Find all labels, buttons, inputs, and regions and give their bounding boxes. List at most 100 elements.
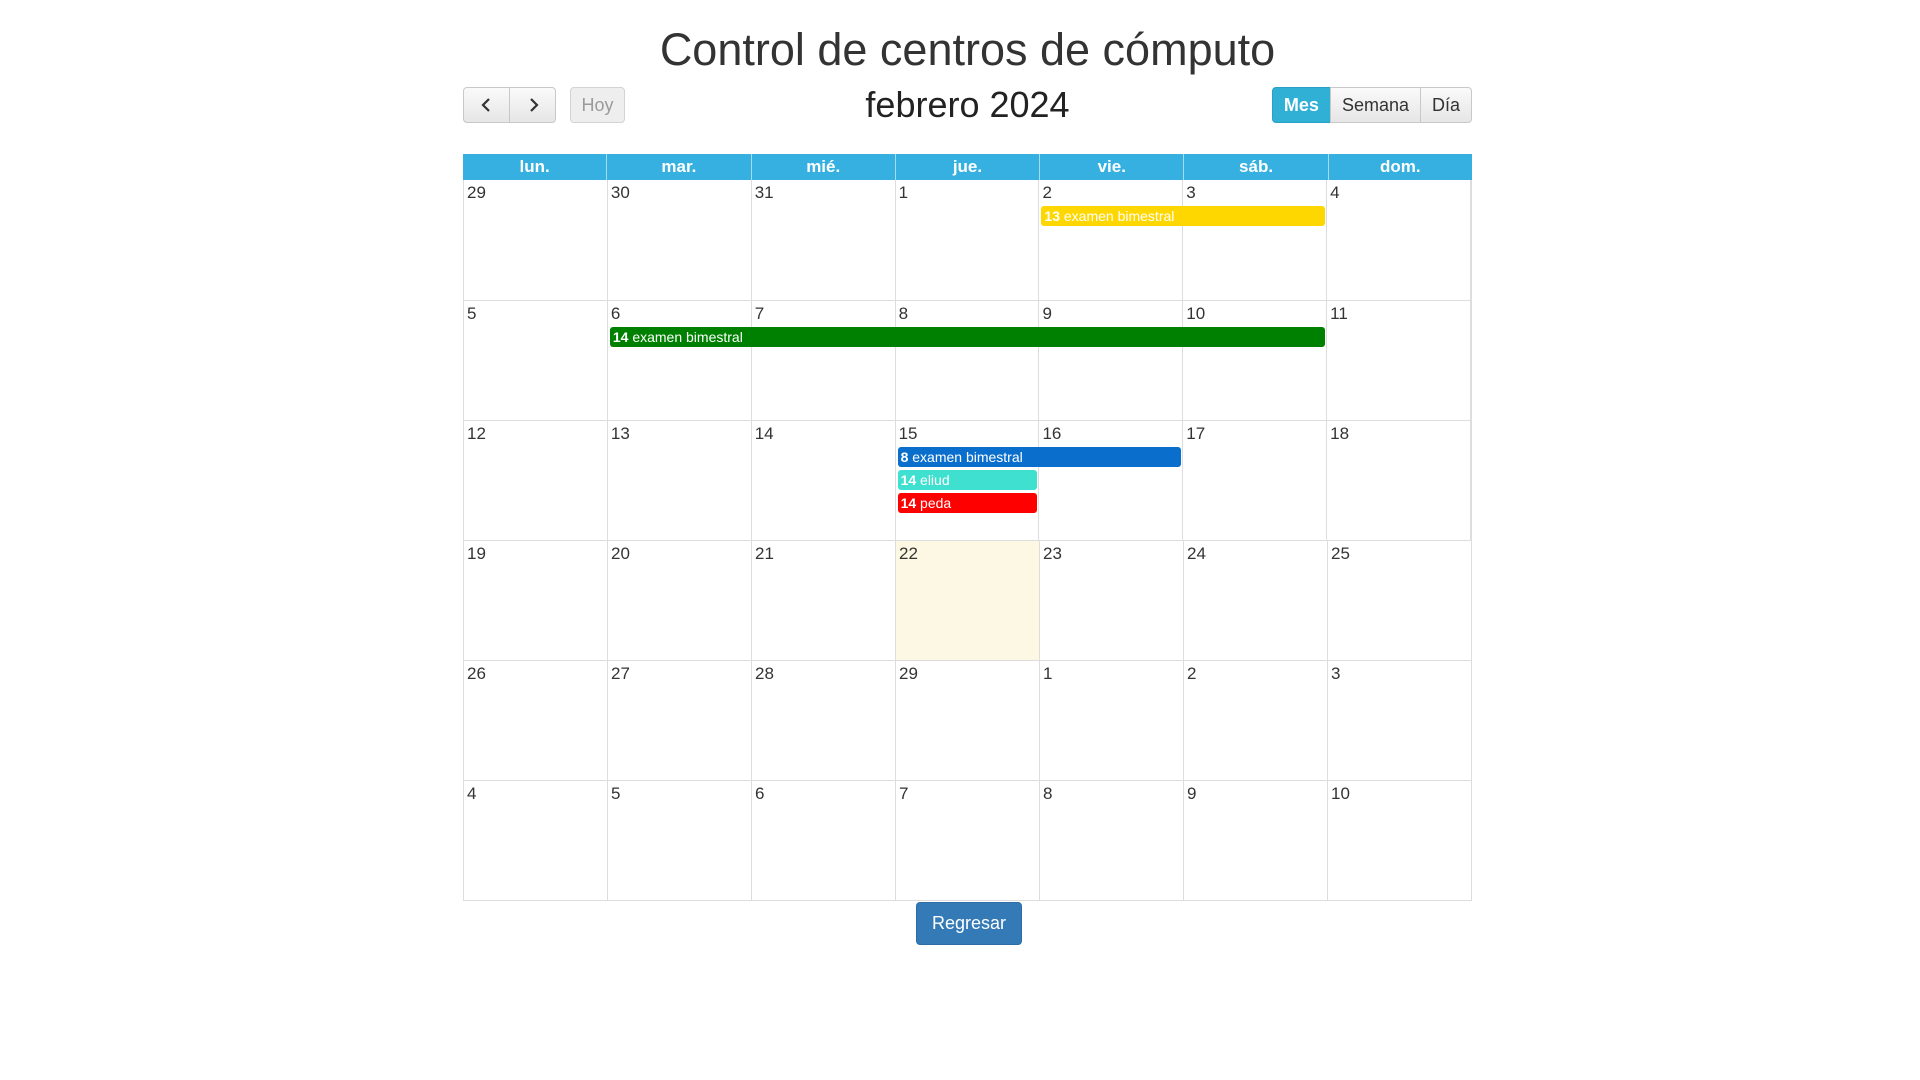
day-cell[interactable]: 8 [896,301,1040,420]
day-cell[interactable]: 27 [608,661,752,780]
day-cell[interactable]: 1 [896,180,1040,300]
event-title: examen bimestral [912,449,1023,465]
day-cell[interactable]: 10 [1183,301,1328,420]
day-cell[interactable]: 23 [1040,541,1184,660]
page-title: Control de centros de cómputo [659,24,1276,75]
back-button[interactable]: Regresar [916,902,1022,945]
day-number: 24 [1187,544,1206,563]
day-number: 26 [467,664,486,683]
day-number: 22 [899,544,918,563]
day-cell[interactable]: 2 [1039,180,1184,300]
event-time: 14 [612,329,629,345]
day-number: 21 [755,544,774,563]
day-of-week-header: lun. mar. mié. jue. vie. sáb. dom. [463,154,1472,180]
day-number: 23 [1043,544,1062,563]
day-number: 10 [1186,304,1206,323]
chevron-right-icon [529,98,539,112]
day-cell[interactable]: 29 [464,180,608,300]
day-cell[interactable]: 3 [1183,180,1328,300]
day-cell[interactable]: 9 [1039,301,1184,420]
calendar-event[interactable]: 14 peda [897,493,1038,513]
event-time: 14 [900,495,917,511]
day-cell[interactable]: 7 [752,301,896,420]
day-number: 3 [1331,664,1341,683]
next-month-button[interactable] [509,87,556,123]
day-number: 11 [1330,304,1348,323]
day-number: 7 [899,784,909,803]
view-month-button[interactable]: Mes [1271,87,1331,123]
day-cell[interactable]: 5 [608,781,752,900]
day-cell[interactable]: 9 [1184,781,1328,900]
week-row: 29 30 31 1 2 3 4 13 examen bimestral [464,180,1472,300]
day-cell[interactable]: 3 [1328,661,1471,780]
day-cell[interactable]: 6 [752,781,896,900]
event-title: peda [920,495,952,511]
day-number: 8 [1043,784,1053,803]
day-cell[interactable]: 8 [1040,781,1184,900]
calendar-event[interactable]: 13 examen bimestral [1041,206,1326,226]
day-cell[interactable]: 10 [1328,781,1471,900]
day-cell[interactable]: 12 [464,421,608,540]
day-cell[interactable]: 6 [608,301,752,420]
day-cell[interactable]: 4 [464,781,608,900]
today-button[interactable]: Hoy [570,87,625,123]
day-cell[interactable]: 19 [464,541,608,660]
day-cell[interactable]: 24 [1184,541,1328,660]
day-number: 4 [467,784,477,803]
day-header: mar. [607,154,752,180]
day-cell[interactable]: 20 [608,541,752,660]
day-header: lun. [463,154,608,180]
calendar-event[interactable]: 14 eliud [897,470,1038,490]
day-number: 29 [467,183,486,202]
day-cell[interactable]: 17 [1183,421,1328,540]
day-number: 13 [610,424,630,443]
prev-month-button[interactable] [463,87,510,123]
day-cell[interactable]: 22 [896,541,1040,660]
day-number: 1 [898,183,909,202]
day-cell[interactable]: 26 [464,661,608,780]
day-number: 5 [467,304,477,323]
week-row: 4 5 6 7 8 9 10 [464,780,1471,900]
day-cell[interactable]: 14 [752,421,896,540]
calendar-event[interactable]: 14 examen bimestral [609,327,1326,347]
day-cell[interactable]: 7 [896,781,1040,900]
day-number: 18 [1330,424,1350,443]
day-number: 27 [611,664,630,683]
day-number: 3 [1186,183,1196,202]
day-number: 5 [611,784,621,803]
view-week-button[interactable]: Semana [1329,87,1421,123]
day-cell[interactable]: 2 [1184,661,1328,780]
day-number: 19 [467,544,486,563]
day-cell[interactable]: 30 [608,180,752,300]
day-cell[interactable]: 25 [1328,541,1471,660]
day-number: 15 [898,424,918,443]
day-number: 12 [467,424,486,443]
day-number: 14 [754,424,774,443]
weeks-container: 29 30 31 1 2 3 4 13 examen bimestral 5 6 7 8 9 10 11 14… [463,180,1472,901]
event-time: 13 [1044,208,1060,224]
day-cell[interactable]: 5 [464,301,608,420]
day-cell[interactable]: 21 [752,541,896,660]
day-cell[interactable]: 29 [896,661,1040,780]
calendar-event[interactable]: 8 examen bimestral [897,447,1182,467]
day-cell[interactable]: 28 [752,661,896,780]
day-cell[interactable]: 1 [1040,661,1184,780]
day-number: 28 [755,664,774,683]
day-number: 2 [1187,664,1197,683]
day-cell[interactable]: 4 [1327,180,1472,300]
day-cell[interactable]: 31 [752,180,896,300]
chevron-left-icon [480,98,490,112]
day-number: 30 [610,183,630,202]
day-header: vie. [1040,154,1185,180]
day-cell[interactable]: 18 [1327,421,1472,540]
day-cell[interactable]: 13 [608,421,752,540]
event-time: 8 [900,449,909,465]
event-title: examen bimestral [1063,208,1175,224]
view-day-button[interactable]: Día [1419,87,1472,123]
event-title: examen bimestral [632,329,743,345]
day-number: 17 [1186,424,1206,443]
day-number: 25 [1331,544,1350,563]
day-cell[interactable]: 11 [1327,301,1472,420]
day-cell[interactable]: 16 [1039,421,1184,540]
calendar-toolbar: Hoy febrero 2024 Mes Semana Día [463,85,1472,125]
